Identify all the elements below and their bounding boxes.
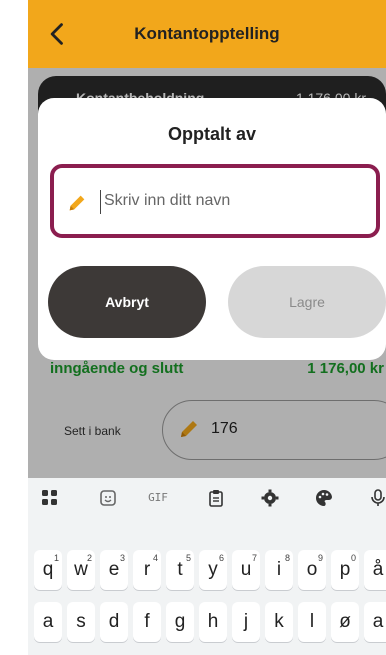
save-button[interactable]: Lagre: [228, 266, 386, 338]
key-w[interactable]: 2w: [67, 550, 95, 590]
apps-grid-icon[interactable]: [38, 488, 62, 510]
settings-gear-icon[interactable]: [258, 488, 282, 510]
name-input-placeholder: Skriv inn ditt navn: [104, 192, 231, 209]
key-q[interactable]: 1q: [34, 550, 62, 590]
key-p[interactable]: 0p: [331, 550, 359, 590]
gif-button[interactable]: GIF: [146, 491, 170, 513]
counted-by-dialog: Opptalt av Skriv inn ditt navn Avbryt La…: [38, 98, 386, 360]
key-u[interactable]: 7u: [232, 550, 260, 590]
key-h[interactable]: h: [199, 602, 227, 642]
key-aa[interactable]: å: [364, 550, 386, 590]
pencil-icon: [69, 195, 85, 211]
key-g[interactable]: g: [166, 602, 194, 642]
app-screen: Kontantopptelling Kontantbeholdning 1 17…: [28, 0, 386, 655]
dialog-title: Opptalt av: [167, 124, 256, 144]
key-e[interactable]: 3e: [100, 550, 128, 590]
key-ae[interactable]: a: [364, 602, 386, 642]
cancel-button[interactable]: Avbryt: [48, 266, 206, 338]
soft-keyboard: GIF 1q 2w 3e 4r 5t 6y 7u 8i 9o 0p å a s …: [28, 478, 386, 655]
key-y[interactable]: 6y: [199, 550, 227, 590]
text-caret: [100, 190, 101, 214]
key-j[interactable]: j: [232, 602, 260, 642]
clipboard-icon[interactable]: [204, 488, 228, 510]
microphone-icon[interactable]: [366, 488, 386, 510]
key-f[interactable]: f: [133, 602, 161, 642]
page-title: Kontantopptelling: [134, 24, 280, 43]
key-o[interactable]: 9o: [298, 550, 326, 590]
app-bar: Kontantopptelling: [28, 0, 386, 68]
key-oe[interactable]: ø: [331, 602, 359, 642]
key-d[interactable]: d: [100, 602, 128, 642]
key-r[interactable]: 4r: [133, 550, 161, 590]
keyboard-toolbar: GIF: [28, 478, 386, 520]
name-input[interactable]: Skriv inn ditt navn: [50, 164, 380, 238]
key-s[interactable]: s: [67, 602, 95, 642]
key-t[interactable]: 5t: [166, 550, 194, 590]
key-a[interactable]: a: [34, 602, 62, 642]
key-i[interactable]: 8i: [265, 550, 293, 590]
key-k[interactable]: k: [265, 602, 293, 642]
palette-icon[interactable]: [312, 488, 336, 510]
sticker-icon[interactable]: [96, 488, 120, 510]
key-l[interactable]: l: [298, 602, 326, 642]
